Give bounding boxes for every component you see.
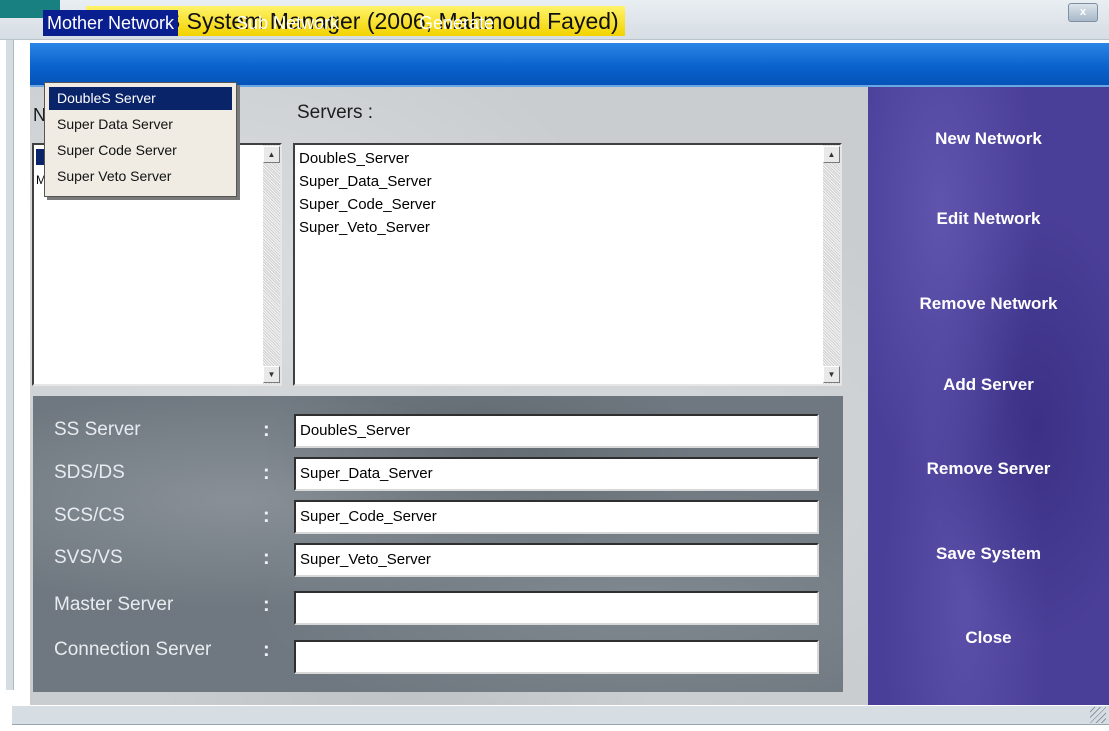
menu-mother-network[interactable]: Mother Network xyxy=(43,10,179,36)
dropdown-item-doubles-server[interactable]: DoubleS Server xyxy=(49,87,232,110)
servers-label: Servers : xyxy=(297,102,374,123)
add-server-button[interactable]: Add Server xyxy=(868,372,1109,398)
scroll-up-arrow-icon[interactable]: ▲ xyxy=(823,146,840,163)
network-selected-item[interactable] xyxy=(36,149,44,165)
close-button[interactable]: Close xyxy=(868,625,1109,651)
dropdown-item-super-veto-server[interactable]: Super Veto Server xyxy=(49,165,232,188)
resize-grip-icon[interactable] xyxy=(1090,707,1106,723)
menu-generate[interactable]: Generate xyxy=(415,10,498,36)
list-item[interactable]: Super_Data_Server xyxy=(299,171,432,193)
edit-network-button[interactable]: Edit Network xyxy=(868,206,1109,232)
field-colon: : xyxy=(263,594,270,616)
field-label-scs-cs: SCS/CS xyxy=(54,505,125,526)
scroll-up-arrow-icon[interactable]: ▲ xyxy=(263,146,280,163)
master-server-field[interactable] xyxy=(294,591,819,625)
remove-server-button[interactable]: Remove Server xyxy=(868,456,1109,482)
close-window-button[interactable]: x xyxy=(1068,3,1098,22)
save-system-button[interactable]: Save System xyxy=(868,541,1109,567)
ss-server-field[interactable]: DoubleS_Server xyxy=(294,414,819,448)
scroll-down-arrow-icon[interactable]: ▼ xyxy=(263,366,280,383)
list-item[interactable]: DoubleS_Server xyxy=(299,148,409,170)
mother-network-dropdown: DoubleS Server Super Data Server Super C… xyxy=(44,82,237,197)
field-label-connection-server: Connection Server xyxy=(54,639,212,660)
dropdown-item-super-code-server[interactable]: Super Code Server xyxy=(49,139,232,162)
svs-vs-field[interactable]: Super_Veto_Server xyxy=(294,543,819,577)
remove-network-button[interactable]: Remove Network xyxy=(868,291,1109,317)
menu-bar xyxy=(30,43,1109,87)
window-left-edge xyxy=(0,40,30,731)
field-label-svs-vs: SVS/VS xyxy=(54,547,123,568)
field-colon: : xyxy=(263,505,270,527)
new-network-button[interactable]: New Network xyxy=(868,126,1109,152)
field-colon: : xyxy=(263,547,270,569)
servers-scrollbar[interactable]: ▲ ▼ xyxy=(823,145,840,384)
list-item[interactable]: Super_Code_Server xyxy=(299,194,436,216)
servers-list[interactable]: DoubleS_Server Super_Data_Server Super_C… xyxy=(293,143,842,386)
connection-server-field[interactable] xyxy=(294,640,819,674)
network-list-item[interactable]: M xyxy=(36,173,46,189)
field-colon: : xyxy=(263,419,270,441)
left-frame-strip xyxy=(6,40,14,690)
field-label-master-server: Master Server xyxy=(54,594,174,615)
networks-scrollbar[interactable]: ▲ ▼ xyxy=(263,145,280,384)
field-colon: : xyxy=(263,639,270,661)
status-bar xyxy=(12,705,1109,725)
menu-sub-network[interactable]: Sub Network xyxy=(232,10,343,36)
sds-ds-field[interactable]: Super_Data_Server xyxy=(294,457,819,491)
scs-cs-field[interactable]: Super_Code_Server xyxy=(294,500,819,534)
field-label-ss-server: SS Server xyxy=(54,419,141,440)
field-label-sds-ds: SDS/DS xyxy=(54,462,125,483)
field-colon: : xyxy=(263,462,270,484)
list-item[interactable]: Super_Veto_Server xyxy=(299,217,430,239)
dropdown-item-super-data-server[interactable]: Super Data Server xyxy=(49,113,232,136)
scroll-down-arrow-icon[interactable]: ▼ xyxy=(823,366,840,383)
